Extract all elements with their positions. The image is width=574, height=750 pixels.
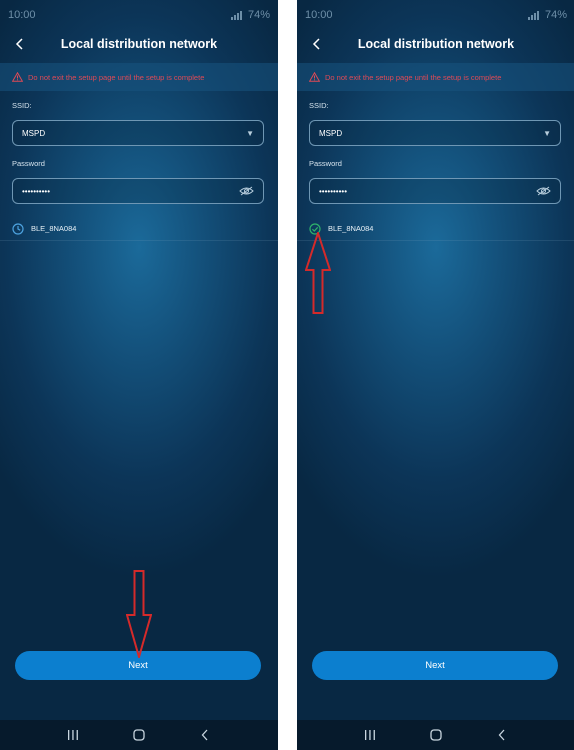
- dropdown-caret-icon: ▼: [543, 128, 551, 138]
- recent-apps-button[interactable]: [360, 725, 380, 745]
- warning-banner: Do not exit the setup page until the set…: [0, 63, 278, 91]
- battery-percent: 74%: [247, 9, 270, 21]
- eye-off-icon[interactable]: [536, 186, 551, 196]
- ssid-value: MSPD: [319, 128, 343, 138]
- next-button[interactable]: Next: [312, 651, 558, 680]
- back-nav-button[interactable]: [195, 725, 215, 745]
- ssid-label: SSID:: [309, 101, 329, 110]
- device-list-item[interactable]: BLE_8NA084: [297, 217, 574, 241]
- recent-apps-icon: [68, 730, 78, 740]
- signal-icon: [230, 10, 242, 20]
- next-button[interactable]: Next: [15, 651, 261, 680]
- status-time: 10:00: [8, 9, 36, 21]
- battery-percent: 74%: [544, 9, 567, 21]
- android-nav-bar: [0, 720, 278, 750]
- signal-icon: [527, 10, 539, 20]
- app-header: Local distribution network: [0, 30, 278, 58]
- chevron-left-icon: [15, 38, 23, 50]
- home-icon: [133, 729, 145, 741]
- password-value: ••••••••••: [22, 186, 51, 196]
- back-nav-icon: [201, 729, 208, 741]
- annotation-arrow-up: [305, 232, 331, 314]
- warning-icon: [309, 72, 320, 82]
- chevron-left-icon: [312, 38, 320, 50]
- status-time: 10:00: [305, 9, 333, 21]
- ssid-select[interactable]: MSPD ▼: [309, 120, 561, 146]
- back-nav-button[interactable]: [492, 725, 512, 745]
- warning-banner: Do not exit the setup page until the set…: [297, 63, 574, 91]
- page-title: Local distribution network: [60, 37, 218, 51]
- password-label: Password: [12, 159, 45, 168]
- home-button[interactable]: [129, 725, 149, 745]
- check-circle-icon: [309, 222, 321, 235]
- ssid-value: MSPD: [22, 128, 46, 138]
- page-title: Local distribution network: [357, 37, 515, 51]
- android-nav-bar: [297, 720, 574, 750]
- status-bar: 10:00 74%: [297, 0, 574, 30]
- phone-screen-right: 10:00 74% Local distribution network Do …: [297, 0, 574, 750]
- recent-apps-button[interactable]: [63, 725, 83, 745]
- back-button[interactable]: [307, 34, 327, 54]
- password-label: Password: [309, 159, 342, 168]
- ssid-select[interactable]: MSPD ▼: [12, 120, 264, 146]
- warning-text: Do not exit the setup page until the set…: [28, 72, 205, 82]
- device-name: BLE_8NA084: [328, 224, 374, 233]
- phone-screen-left: 10:00 74% Local distribution network Do …: [0, 0, 278, 750]
- dropdown-caret-icon: ▼: [246, 128, 254, 138]
- warning-text: Do not exit the setup page until the set…: [325, 72, 502, 82]
- clock-icon: [12, 222, 24, 235]
- eye-off-icon[interactable]: [239, 186, 254, 196]
- back-button[interactable]: [10, 34, 30, 54]
- home-icon: [430, 729, 442, 741]
- warning-icon: [12, 72, 23, 82]
- status-bar: 10:00 74%: [0, 0, 278, 30]
- back-nav-icon: [498, 729, 505, 741]
- password-value: ••••••••••: [319, 186, 348, 196]
- annotation-arrow-down: [126, 570, 152, 658]
- home-button[interactable]: [426, 725, 446, 745]
- recent-apps-icon: [365, 730, 375, 740]
- device-list-item[interactable]: BLE_8NA084: [0, 217, 278, 241]
- password-field[interactable]: ••••••••••: [309, 178, 561, 204]
- device-name: BLE_8NA084: [31, 224, 77, 233]
- password-field[interactable]: ••••••••••: [12, 178, 264, 204]
- app-header: Local distribution network: [297, 30, 574, 58]
- ssid-label: SSID:: [12, 101, 32, 110]
